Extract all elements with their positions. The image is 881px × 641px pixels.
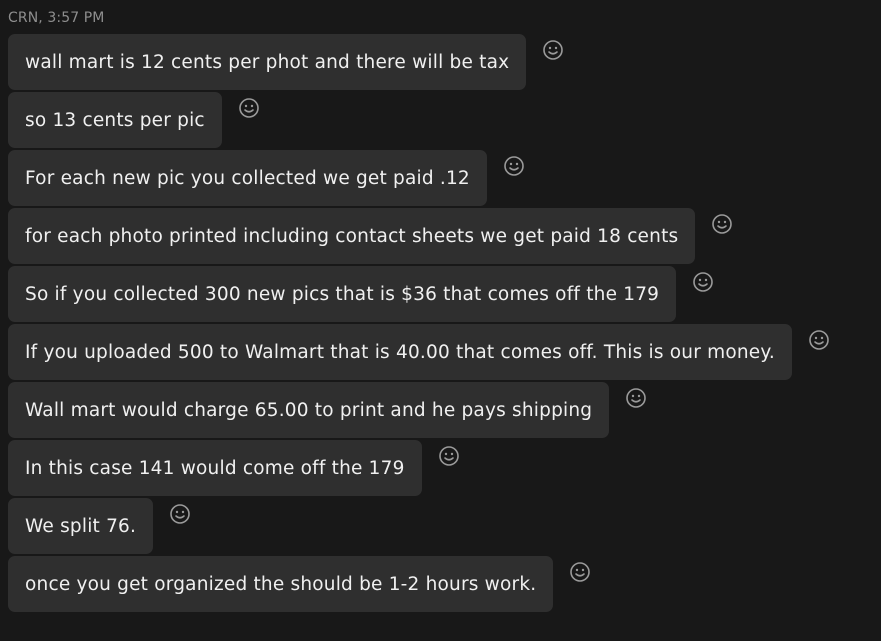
message-row: Wall mart would charge 65.00 to print an… xyxy=(8,382,874,438)
message-bubble[interactable]: For each new pic you collected we get pa… xyxy=(8,150,487,206)
message-bubble[interactable]: We split 76. xyxy=(8,498,154,554)
message-bubble[interactable]: once you get organized the should be 1-2… xyxy=(8,556,554,612)
message-bubble[interactable]: wall mart is 12 cents per phot and there… xyxy=(8,34,527,90)
smiley-face-icon[interactable] xyxy=(808,329,830,351)
message-thread: wall mart is 12 cents per phot and there… xyxy=(8,34,874,614)
message-bubble[interactable]: If you uploaded 500 to Walmart that is 4… xyxy=(8,324,792,380)
message-bubble[interactable]: for each photo printed including contact… xyxy=(8,208,696,264)
message-row: If you uploaded 500 to Walmart that is 4… xyxy=(8,324,874,380)
smiley-face-icon[interactable] xyxy=(438,445,460,467)
message-row: So if you collected 300 new pics that is… xyxy=(8,266,874,322)
smiley-face-icon[interactable] xyxy=(169,503,191,525)
smiley-face-icon[interactable] xyxy=(238,97,260,119)
message-row: We split 76. xyxy=(8,498,874,554)
message-bubble[interactable]: so 13 cents per pic xyxy=(8,92,222,148)
message-row: so 13 cents per pic xyxy=(8,92,874,148)
message-bubble[interactable]: In this case 141 would come off the 179 xyxy=(8,440,422,496)
sender-timestamp: CRN, 3:57 PM xyxy=(8,10,105,26)
message-row: for each photo printed including contact… xyxy=(8,208,874,264)
message-row: In this case 141 would come off the 179 xyxy=(8,440,874,496)
message-row: For each new pic you collected we get pa… xyxy=(8,150,874,206)
smiley-face-icon[interactable] xyxy=(625,387,647,409)
smiley-face-icon[interactable] xyxy=(711,213,733,235)
smiley-face-icon[interactable] xyxy=(503,155,525,177)
message-row: once you get organized the should be 1-2… xyxy=(8,556,874,612)
message-bubble[interactable]: Wall mart would charge 65.00 to print an… xyxy=(8,382,610,438)
smiley-face-icon[interactable] xyxy=(569,561,591,583)
message-row: wall mart is 12 cents per phot and there… xyxy=(8,34,874,90)
smiley-face-icon[interactable] xyxy=(692,271,714,293)
message-bubble[interactable]: So if you collected 300 new pics that is… xyxy=(8,266,677,322)
smiley-face-icon[interactable] xyxy=(542,39,564,61)
